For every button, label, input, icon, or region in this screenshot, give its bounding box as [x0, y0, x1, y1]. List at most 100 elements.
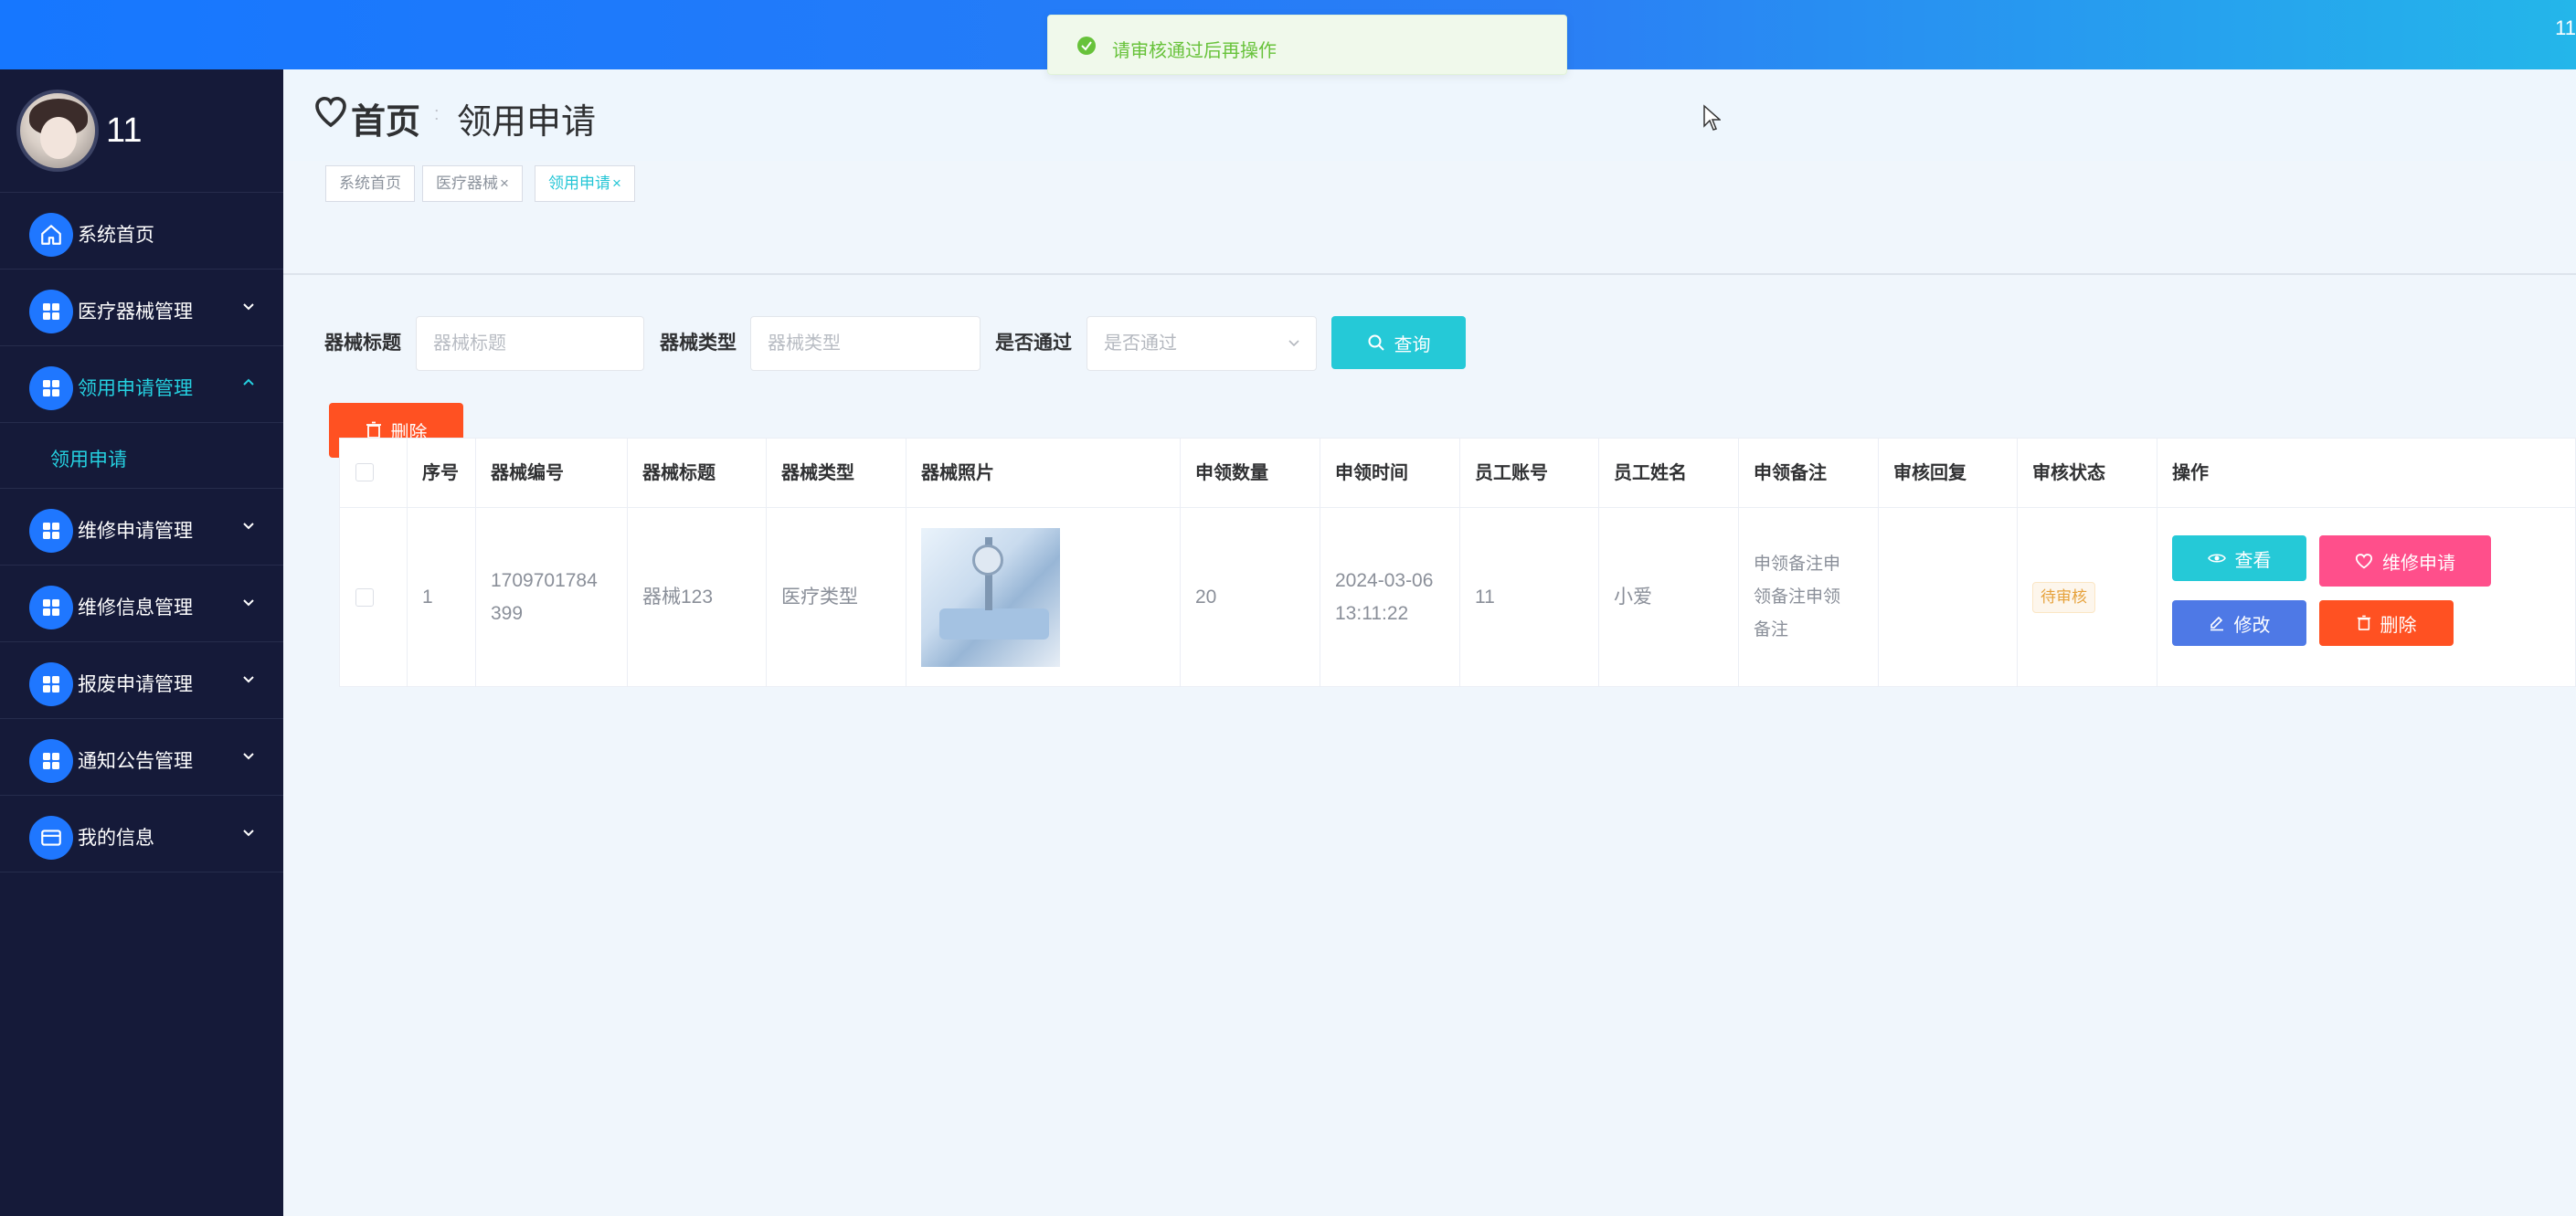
cell-type: 医疗类型 — [767, 508, 906, 686]
grid-icon — [29, 366, 73, 410]
column-header: 器械编号 — [476, 439, 628, 507]
delete-button[interactable]: 删除 — [2319, 600, 2454, 646]
chevron-up-icon — [243, 378, 254, 386]
sidebar-item-notices[interactable]: 通知公告管理 — [0, 719, 283, 796]
close-icon[interactable]: × — [500, 174, 509, 192]
tab-medical-devices[interactable]: 医疗器械 × — [422, 165, 523, 202]
repair-request-button-label: 维修申请 — [2382, 553, 2455, 574]
cell-note-line: 备注 — [1754, 619, 1789, 640]
cell-reply — [1879, 508, 2018, 686]
cell-photo — [906, 508, 1181, 686]
row-checkbox[interactable] — [355, 587, 374, 607]
search-pass-select[interactable]: 是否通过 — [1087, 316, 1317, 371]
search-type-label: 器械类型 — [660, 333, 737, 354]
home-icon — [29, 213, 73, 257]
header-select-all — [340, 439, 408, 507]
chevron-down-icon — [243, 303, 254, 311]
device-photo[interactable] — [921, 527, 1060, 667]
query-button[interactable]: 查询 — [1331, 316, 1466, 369]
cell-time-line: 13:11:22 — [1335, 602, 1409, 624]
sidebar-item-repair-info[interactable]: 维修信息管理 — [0, 566, 283, 642]
cell-index: 1 — [408, 508, 476, 686]
close-icon[interactable]: × — [612, 174, 621, 192]
sidebar-item-label: 报废申请管理 — [78, 674, 193, 695]
avatar[interactable] — [16, 90, 99, 172]
grid-icon — [29, 290, 73, 333]
cell-actions: 查看 维修申请 修改 删除 — [2157, 508, 2576, 686]
column-header: 序号 — [408, 439, 476, 507]
tab-requisition[interactable]: 领用申请 × — [535, 165, 635, 202]
toast-message: 请审核通过后再操作 — [1047, 15, 1567, 75]
search-icon — [1368, 334, 1384, 351]
cell-time-line: 2024-03-06 — [1335, 569, 1434, 591]
sidebar-item-my-info[interactable]: 我的信息 — [0, 796, 283, 872]
grid-icon — [29, 739, 73, 783]
profile-name: 11 — [106, 111, 143, 150]
column-header: 申领数量 — [1181, 439, 1320, 507]
view-button[interactable]: 查看 — [2172, 535, 2306, 581]
chevron-down-icon — [1288, 340, 1299, 347]
sidebar-item-home[interactable]: 系统首页 — [0, 193, 283, 270]
chevron-down-icon — [243, 676, 254, 683]
column-header: 员工账号 — [1460, 439, 1599, 507]
tags-divider — [283, 204, 2576, 275]
chevron-down-icon — [243, 599, 254, 607]
search-title-label: 器械标题 — [324, 333, 401, 354]
cell-status: 待审核 — [2018, 508, 2157, 686]
sidebar-item-medical-devices[interactable]: 医疗器械管理 — [0, 270, 283, 346]
tab-label: 领用申请 — [548, 174, 610, 192]
topbar-username[interactable]: 11 — [2555, 16, 2576, 40]
profile-section: 11 — [0, 69, 283, 193]
chevron-down-icon — [243, 523, 254, 530]
select-all-checkbox[interactable] — [355, 463, 374, 481]
edit-button[interactable]: 修改 — [2172, 600, 2306, 646]
status-badge: 待审核 — [2032, 581, 2095, 613]
sidebar: 11 系统首页 医疗器械管理 领用申请管理 领用申请 维修申请管理 维修信息管理… — [0, 69, 283, 1216]
edit-icon — [2210, 616, 2223, 631]
tab-label: 医疗器械 — [436, 174, 498, 192]
grid-icon — [29, 586, 73, 629]
success-icon — [1077, 37, 1096, 55]
delete-button-label: 删除 — [2380, 615, 2417, 636]
search-type-input[interactable] — [750, 316, 981, 371]
sidebar-item-requisition[interactable]: 领用申请管理 — [0, 346, 283, 423]
sidebar-item-scrap-request[interactable]: 报废申请管理 — [0, 642, 283, 719]
repair-request-button[interactable]: 维修申请 — [2319, 535, 2491, 587]
cell-note-line: 申领备注申 — [1754, 554, 1841, 574]
sidebar-item-label: 医疗器械管理 — [78, 301, 193, 323]
cell-note-line: 领备注申领 — [1754, 587, 1841, 607]
chevron-down-icon — [243, 830, 254, 837]
cell-code: 1709701784 399 — [476, 508, 628, 686]
sidebar-item-label: 通知公告管理 — [78, 751, 193, 772]
cell-code-line: 1709701784 — [491, 569, 598, 591]
toast-text: 请审核通过后再操作 — [1112, 41, 1277, 61]
cell-account: 11 — [1460, 508, 1599, 686]
main-content: 首页 : 领用申请 系统首页 医疗器械× 领用申请× 器械标题 器械类型 是否通… — [283, 69, 2576, 1216]
column-header: 申领时间 — [1320, 439, 1460, 507]
sidebar-item-label: 我的信息 — [78, 828, 154, 849]
grid-icon — [29, 662, 73, 706]
column-header: 员工姓名 — [1599, 439, 1739, 507]
sidebar-subitem-requisition[interactable]: 领用申请 — [0, 423, 283, 489]
tab-system-home[interactable]: 系统首页 — [325, 165, 415, 202]
wallet-icon — [29, 816, 73, 860]
sidebar-item-label: 维修信息管理 — [78, 597, 193, 619]
sidebar-subitem-label: 领用申请 — [50, 449, 127, 471]
column-header: 器械标题 — [628, 439, 767, 507]
cell-time: 2024-03-06 13:11:22 — [1320, 508, 1460, 686]
search-title-input[interactable] — [416, 316, 644, 371]
cell-note: 申领备注申领备注申领备注 — [1739, 508, 1879, 686]
eye-icon — [2207, 554, 2226, 563]
sidebar-item-label: 系统首页 — [78, 225, 154, 246]
sidebar-item-repair-request[interactable]: 维修申请管理 — [0, 489, 283, 566]
row-select-cell — [340, 508, 408, 686]
cell-quantity: 20 — [1181, 508, 1320, 686]
view-button-label: 查看 — [2234, 550, 2272, 571]
cursor-icon — [1703, 104, 1721, 131]
trash-icon — [2357, 615, 2370, 630]
table-row: 1 1709701784 399 器械123 医疗类型 20 2024-03-06… — [340, 508, 2575, 686]
query-button-label: 查询 — [1394, 334, 1431, 355]
column-header: 申领备注 — [1739, 439, 1879, 507]
heart-icon — [2355, 554, 2373, 569]
edit-button-label: 修改 — [2233, 615, 2271, 636]
